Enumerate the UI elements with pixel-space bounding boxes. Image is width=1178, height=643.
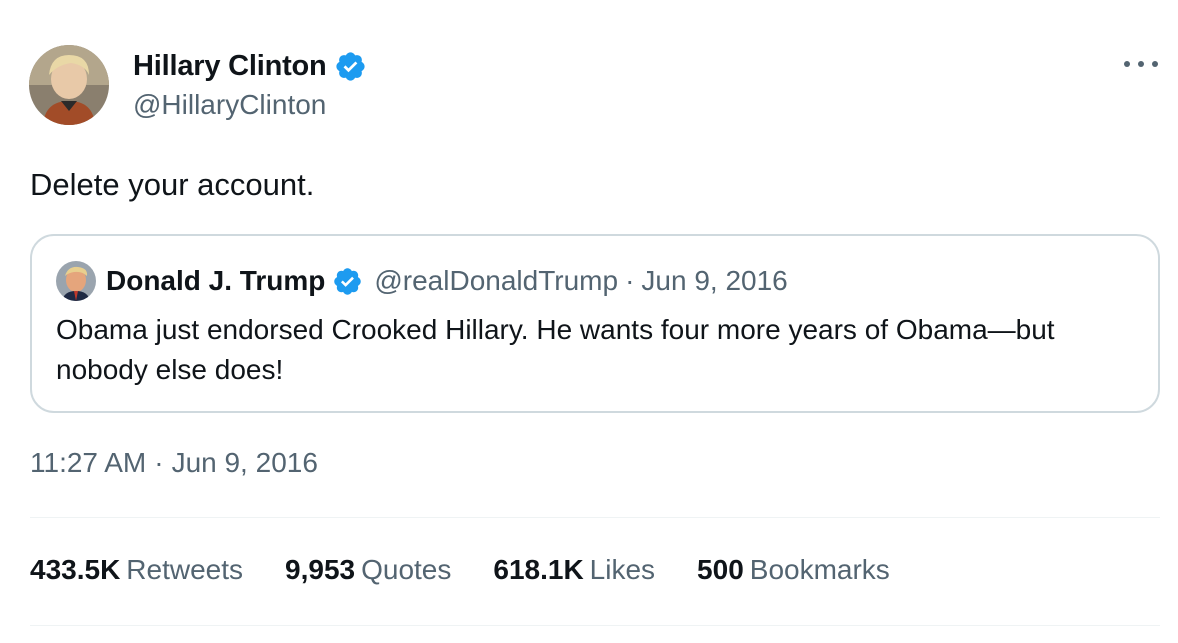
stat-label: Quotes: [361, 554, 452, 585]
stat-retweets[interactable]: 433.5K Retweets: [30, 554, 243, 586]
stat-value: 433.5K: [30, 554, 121, 585]
more-dot: [1152, 61, 1158, 67]
divider: [30, 625, 1160, 626]
stat-value: 9,953: [285, 554, 356, 585]
stat-likes[interactable]: 618.1K Likes: [493, 554, 655, 586]
quoted-tweet-header: Donald J. Trump @realDonaldTrump · Jun 9…: [56, 260, 788, 302]
quoted-display-name: Donald J. Trump: [106, 265, 326, 296]
stat-label: Bookmarks: [749, 554, 890, 585]
author-handle[interactable]: @HillaryClinton: [133, 86, 367, 124]
engagement-stats: 433.5K Retweets 9,953 Quotes 618.1K Likes 5…: [30, 554, 932, 586]
tweet-card: Hillary Clinton @HillaryClinton Delete y…: [0, 0, 1178, 643]
stat-label: Retweets: [126, 554, 244, 585]
verified-badge-icon: [332, 266, 363, 297]
timestamp-separator: ·: [154, 447, 164, 478]
stat-label: Likes: [589, 554, 656, 585]
timestamp-time: 11:27 AM: [30, 447, 147, 478]
quoted-separator: ·: [625, 265, 635, 296]
stat-quotes[interactable]: 9,953 Quotes: [285, 554, 451, 586]
tweet-text: Delete your account.: [30, 167, 315, 202]
stat-value: 500: [697, 554, 744, 585]
author-display-name[interactable]: Hillary Clinton: [133, 50, 327, 83]
more-horizontal-icon[interactable]: [1124, 52, 1158, 76]
quoted-author-avatar: [56, 261, 96, 301]
verified-badge-icon: [334, 50, 367, 83]
author-avatar[interactable]: [29, 45, 109, 125]
more-dot: [1124, 61, 1130, 67]
stat-value: 618.1K: [493, 554, 584, 585]
tweet-timestamp[interactable]: 11:27 AM · Jun 9, 2016: [30, 447, 318, 479]
timestamp-date: Jun 9, 2016: [171, 447, 318, 478]
quoted-tweet-text: Obama just endorsed Crooked Hillary. He …: [56, 314, 1055, 385]
author-name-row[interactable]: Hillary Clinton: [133, 46, 367, 86]
quoted-date: Jun 9, 2016: [641, 265, 788, 296]
divider: [30, 517, 1160, 518]
stat-bookmarks[interactable]: 500 Bookmarks: [697, 554, 890, 586]
quoted-handle: @realDonaldTrump: [374, 265, 619, 296]
author-block: Hillary Clinton @HillaryClinton: [133, 46, 367, 124]
quoted-tweet[interactable]: Donald J. Trump @realDonaldTrump · Jun 9…: [30, 234, 1160, 413]
more-dot: [1138, 61, 1144, 67]
